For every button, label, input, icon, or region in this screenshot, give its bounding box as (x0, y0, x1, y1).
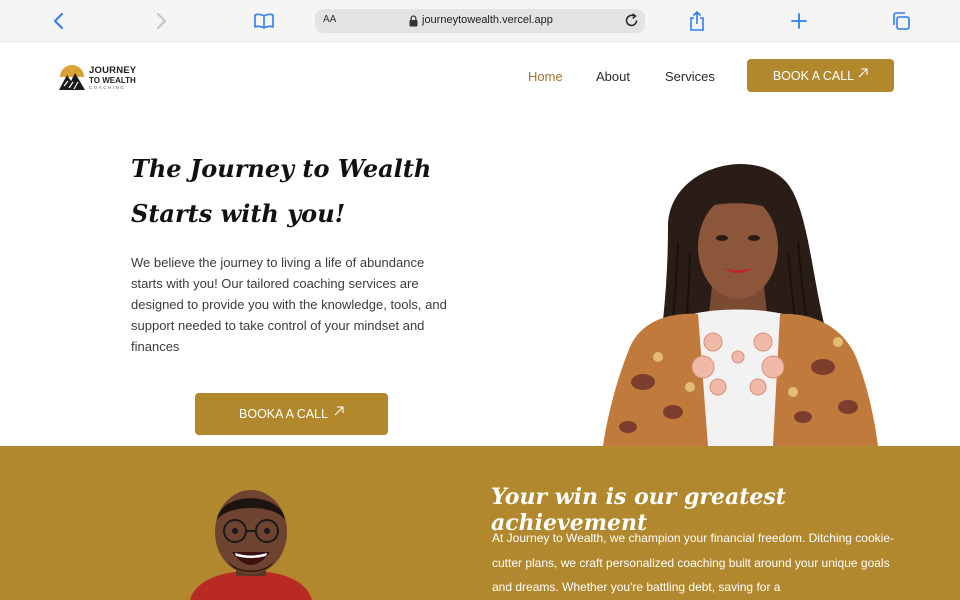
nav-services[interactable]: Services (665, 69, 715, 84)
achievement-description: At Journey to Wealth, we champion your f… (492, 531, 894, 594)
happy-client-image (190, 490, 312, 600)
hero-book-call-button[interactable]: BOOKA A CALL (195, 393, 388, 435)
hero-title-line-1: The Journey to Wealth (131, 154, 432, 183)
arrow-up-right-icon (858, 67, 868, 77)
reload-icon[interactable] (624, 13, 639, 33)
book-a-call-button[interactable]: BOOK A CALL (747, 59, 894, 92)
back-icon[interactable] (46, 8, 72, 34)
site-logo[interactable]: JOURNEY TO WEALTH COACHING (58, 59, 148, 95)
hero-title-line-2: Starts with you! (131, 199, 346, 228)
new-tab-icon[interactable] (786, 8, 812, 34)
logo-line-3: COACHING (89, 85, 126, 90)
lock-icon (409, 14, 418, 32)
browser-toolbar: AA journeytowealth.vercel.app (0, 0, 960, 42)
address-bar[interactable]: AA journeytowealth.vercel.app (315, 9, 645, 33)
forward-icon[interactable] (148, 8, 174, 34)
hero-title: The Journey to Wealth Starts with you! (131, 146, 471, 236)
nav-home[interactable]: Home (528, 69, 563, 84)
logo-line-2: TO WEALTH (89, 76, 136, 85)
nav-about[interactable]: About (596, 69, 630, 84)
share-icon[interactable] (684, 8, 710, 34)
book-a-call-label: BOOK A CALL (772, 68, 855, 83)
hero-description: We believe the journey to living a life … (131, 255, 447, 354)
coach-portrait-image (603, 163, 878, 446)
reader-mode-button[interactable]: AA (323, 14, 336, 25)
logo-line-1: JOURNEY (89, 65, 137, 76)
url-text: journeytowealth.vercel.app (422, 14, 553, 26)
hero-book-call-label: BOOKA A CALL (239, 407, 328, 421)
mountain-sun-logo-icon (59, 65, 85, 90)
bookmarks-icon[interactable] (251, 8, 277, 34)
arrow-up-right-icon (334, 406, 344, 416)
tabs-icon[interactable] (888, 8, 914, 34)
